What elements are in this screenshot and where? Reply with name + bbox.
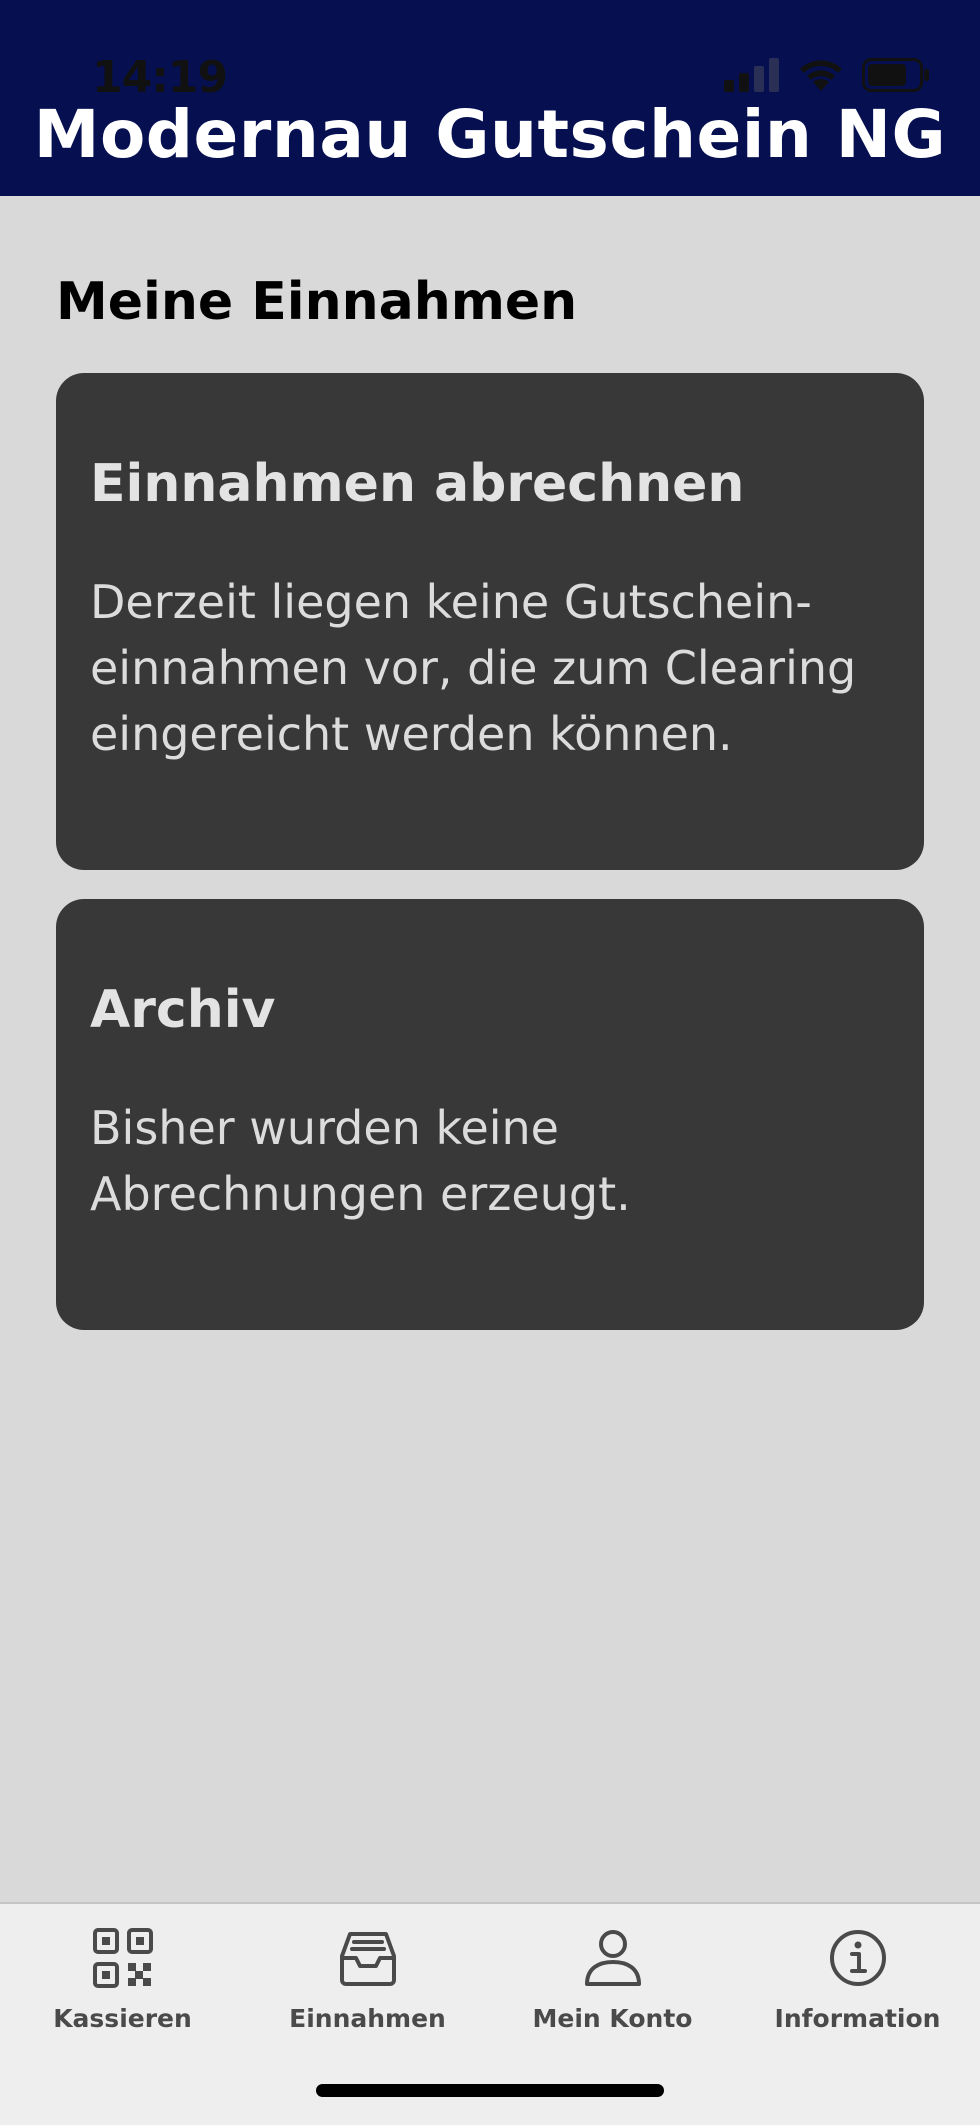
- app-title: Modernau Gutschein NG: [33, 96, 947, 173]
- status-icons: [724, 58, 930, 92]
- tab-mein-konto[interactable]: Mein Konto: [490, 1904, 735, 2033]
- home-indicator: [316, 2084, 664, 2097]
- cellular-signal-icon: [724, 58, 779, 92]
- app-header: 14:19 Modernau Gutschein NG: [0, 0, 980, 196]
- tab-einnahmen[interactable]: Einnahmen: [245, 1904, 490, 2033]
- tab-kassieren[interactable]: Kassieren: [0, 1904, 245, 2033]
- card-title: Einnahmen abrechnen: [90, 454, 745, 514]
- card-text: Derzeit liegen keine Gutschein-einnahmen…: [90, 575, 857, 762]
- user-icon: [584, 1930, 641, 1986]
- tab-label: Kassieren: [53, 2004, 192, 2033]
- settle-earnings-card[interactable]: Einnahmen abrechnen Derzeit liegen keine…: [56, 373, 924, 870]
- page-title: Meine Einnahmen: [56, 272, 578, 332]
- card-title: Archiv: [90, 980, 276, 1040]
- tab-label: Einnahmen: [289, 2004, 446, 2033]
- tab-information[interactable]: Information: [735, 1904, 980, 2033]
- tab-label: Information: [774, 2004, 941, 2033]
- qr-code-icon: [92, 1928, 153, 1988]
- inbox-tray-icon: [339, 1932, 396, 1986]
- card-text: Bisher wurden keine Abrechnungen erzeugt…: [90, 1101, 631, 1222]
- info-icon: [829, 1930, 886, 1986]
- tab-label: Mein Konto: [532, 2004, 693, 2033]
- wifi-icon: [800, 60, 842, 91]
- battery-icon: [862, 58, 929, 92]
- archive-card[interactable]: Archiv Bisher wurden keine Abrechnungen …: [56, 899, 924, 1330]
